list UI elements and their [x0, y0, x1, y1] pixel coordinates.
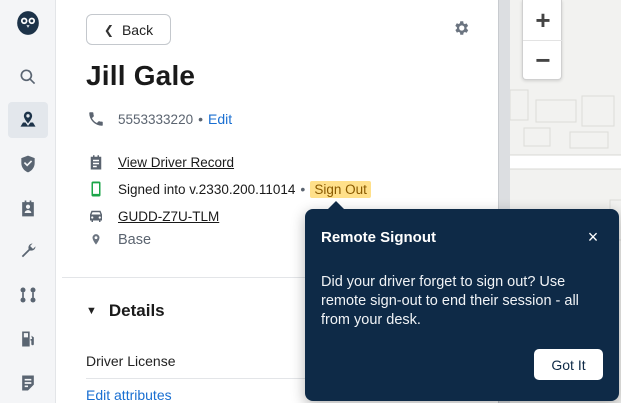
separator-dot: • — [198, 111, 203, 127]
edit-phone-link[interactable]: Edit — [208, 111, 232, 127]
vehicle-row: GUDD-Z7U-TLM — [86, 206, 219, 226]
shield-check-icon — [21, 155, 35, 173]
sidebar — [0, 0, 56, 403]
got-it-button[interactable]: Got It — [534, 349, 603, 380]
phone-row: 5553333220 • Edit — [86, 109, 232, 129]
triangle-down-icon: ▼ — [86, 305, 97, 317]
sidebar-item-documents[interactable] — [8, 365, 48, 401]
phone-icon — [86, 109, 106, 129]
close-icon[interactable]: × — [585, 228, 601, 246]
route-icon — [20, 287, 36, 303]
view-driver-record-link[interactable]: View Driver Record — [118, 155, 234, 170]
phone-device-icon — [86, 179, 106, 199]
details-toggle[interactable]: ▼ Details — [86, 301, 165, 321]
owl-logo-icon — [17, 11, 39, 35]
fuel-icon — [22, 331, 34, 347]
separator-dot: • — [300, 181, 306, 197]
sidebar-item-maintenance[interactable] — [8, 233, 48, 269]
driver-record-row: View Driver Record — [86, 152, 234, 172]
driver-license-label: Driver License — [86, 353, 176, 369]
gear-icon[interactable] — [452, 19, 472, 39]
search-icon — [20, 69, 36, 85]
chevron-left-icon: ❮ — [103, 22, 114, 37]
vehicle-link[interactable]: GUDD-Z7U-TLM — [118, 209, 219, 224]
sidebar-item-dispatch[interactable] — [8, 102, 48, 138]
popover-arrow — [327, 201, 345, 210]
location-text: Base — [118, 232, 152, 248]
details-heading: Details — [108, 301, 165, 320]
clipboard-icon — [86, 152, 106, 172]
driver-name: Jill Gale — [86, 60, 196, 91]
zoom-out-button[interactable]: − — [523, 40, 563, 80]
signed-in-status: Signed into v.2330.200.11014 — [118, 181, 296, 197]
sidebar-item-safety[interactable] — [8, 146, 48, 182]
wrench-icon — [21, 243, 36, 258]
popover-title: Remote Signout — [321, 229, 436, 246]
popover-body: Did your driver forget to sign out? Use … — [321, 274, 579, 328]
location-pin-icon — [86, 230, 106, 250]
phone-number: 5553333220 — [118, 111, 194, 127]
back-button[interactable]: ❮ Back — [86, 14, 171, 45]
sidebar-item-fuel[interactable] — [8, 321, 48, 357]
edit-attributes-link[interactable]: Edit attributes — [86, 387, 172, 403]
sidebar-item-routing[interactable] — [8, 277, 48, 313]
sidebar-item-search[interactable] — [8, 59, 48, 95]
truck-icon — [86, 206, 106, 226]
sidebar-item-compliance[interactable] — [8, 190, 48, 226]
signed-in-row: Signed into v.2330.200.11014 • Sign Out — [86, 179, 371, 199]
zoom-controls: + − — [522, 0, 563, 80]
location-row: Base — [86, 230, 151, 250]
remote-signout-popover: Remote Signout × Did your driver forget … — [305, 201, 619, 401]
back-label: Back — [121, 21, 154, 38]
clipboard-person-icon — [22, 200, 34, 217]
document-edit-icon — [22, 375, 34, 391]
zoom-in-button[interactable]: + — [523, 0, 563, 40]
map-pin-person-icon — [20, 111, 36, 127]
sign-out-link[interactable]: Sign Out — [310, 180, 371, 198]
owl-logo-icon[interactable] — [8, 5, 48, 41]
